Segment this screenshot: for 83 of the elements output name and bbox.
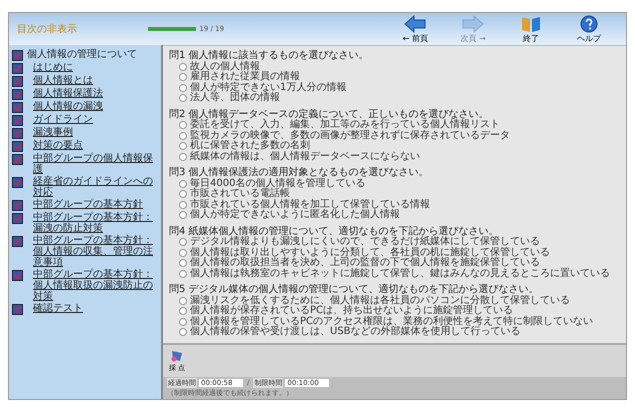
radio-button[interactable] <box>179 152 187 161</box>
answer-option[interactable]: 個人情報は取り出しやすいように分類して、各社員の机に施錠して保管している <box>190 248 550 258</box>
toc-title[interactable]: 個人情報の管理について <box>27 49 137 60</box>
toc-link[interactable]: 中部グループの個人情報保護 <box>33 153 158 175</box>
answer-option[interactable]: 毎日4000名の個人情報を管理している <box>190 178 366 189</box>
toc-link[interactable]: 個人情報保護法 <box>33 88 103 99</box>
answer-option[interactable]: 漏洩リスクを低くするために、個人情報は各社員のパソコンに分散して保管している <box>190 296 570 306</box>
answer-option[interactable]: 故人の個人情報 <box>190 62 260 72</box>
radio-button[interactable] <box>179 248 187 257</box>
radio-button[interactable] <box>179 94 187 102</box>
answer-option[interactable]: 個人が特定できない1万人分の情報 <box>190 82 346 93</box>
question-text: 問2 個人情報データベースの定義について、正しいものを選びなさい。 <box>169 110 490 120</box>
radio-button[interactable] <box>179 318 187 326</box>
question-text: 問1 個人情報に該当するものを選びなさい。 <box>169 51 370 61</box>
answer-option[interactable]: デジタル情報よりも漏洩しにくいので、できるだけ紙媒体にして保管している <box>190 237 540 248</box>
answer-option[interactable]: 個人情報の保管や受け渡しは、USBなどの外部媒体を使用して行っている <box>190 327 521 338</box>
toc-link[interactable]: 経産省のガイドラインへの対応 <box>33 176 158 198</box>
radio-button[interactable] <box>179 259 187 268</box>
book-icon <box>521 14 542 32</box>
radio-button[interactable] <box>179 142 187 150</box>
stamp-icon <box>170 348 184 363</box>
radio-button[interactable] <box>179 296 187 305</box>
checkbox[interactable] <box>12 63 23 74</box>
checkbox[interactable] <box>12 304 23 315</box>
toc-link[interactable]: はじめに <box>33 62 73 73</box>
toc-link[interactable]: 漏洩事例 <box>33 127 73 138</box>
answer-option[interactable]: 個人情報の取扱担当者を決め、上司の監督の下で個人情報を施錠保管している <box>190 258 540 268</box>
answer-option[interactable]: 雇用された従業員の情報 <box>190 72 300 82</box>
answer-option[interactable]: 机に保管された多数の名刺 <box>190 141 310 152</box>
radio-button[interactable] <box>179 62 187 71</box>
answer-option[interactable]: 市販されている電話帳 <box>190 189 290 200</box>
question-text: 問4 紙媒体個人情報の管理について、適切なものを下記から選びなさい。 <box>169 226 499 236</box>
answer-option[interactable]: 市販されている個人情報を加工して保管している情報 <box>190 200 430 210</box>
help-icon <box>580 14 598 32</box>
radio-button[interactable] <box>179 328 187 336</box>
checkbox[interactable] <box>12 115 23 126</box>
radio-button[interactable] <box>179 132 187 140</box>
checkbox[interactable] <box>12 236 23 247</box>
toc-link[interactable]: 中部グループの基本方針：個人情報取扱の漏洩防止の対策 <box>33 269 158 302</box>
toc-link[interactable]: 中部グループの基本方針 <box>33 199 143 210</box>
checkbox[interactable] <box>12 76 23 87</box>
toc-link[interactable]: ガイドライン <box>33 114 93 125</box>
toc-link[interactable]: 個人情報とは <box>33 75 93 86</box>
right-arrow-icon <box>462 14 484 32</box>
nav-button[interactable]: 終了 <box>502 14 560 44</box>
toc-link[interactable]: 個人情報の漏洩 <box>33 101 103 112</box>
toc-link[interactable]: 中部グループの基本方針：個人情報の収集、管理の注意事項 <box>33 235 158 268</box>
checkbox[interactable] <box>12 141 23 152</box>
answer-option[interactable]: 委託を受けて、入力、編集、加工等のみを行っている個人情報リスト <box>190 120 500 130</box>
toc-link[interactable]: 中部グループの基本方針：漏洩の防止対策 <box>33 212 158 234</box>
radio-button[interactable] <box>179 211 187 220</box>
question-text: 問3 個人情報保護法の適用対象となるものを選びなさい。 <box>169 168 430 178</box>
radio-button[interactable] <box>179 73 187 82</box>
radio-button[interactable] <box>179 270 187 278</box>
answer-option[interactable]: 個人情報が保存されているPCは、持ち出せないように施錠管理している <box>190 306 514 316</box>
checkbox[interactable] <box>12 50 23 61</box>
answer-option[interactable]: 監視カメラの映像で、多数の画像が整理されずに保存されているデータ <box>190 130 510 141</box>
checkbox[interactable] <box>12 200 23 211</box>
answer-option[interactable]: 個人情報を管理しているPCのアクセス権限は、業務の利便性を考えて特に制限していない <box>190 316 594 327</box>
question-text: 問5 デジタル媒体の個人情報の管理について、適切なものを下記から選びなさい。 <box>169 285 540 295</box>
radio-button[interactable] <box>179 180 187 188</box>
toc-link[interactable]: 確認テスト <box>33 303 83 314</box>
checkbox[interactable] <box>12 270 23 281</box>
left-arrow-icon <box>404 14 426 32</box>
radio-button[interactable] <box>179 190 187 198</box>
toc-link[interactable]: 対策の要点 <box>33 140 83 151</box>
answer-option[interactable]: 個人情報は執務室のキャビネットに施錠して保管し、鍵はみんなの見えるところに置いている <box>190 268 610 279</box>
checkbox[interactable] <box>12 102 23 113</box>
checkbox[interactable] <box>12 89 23 100</box>
nav-button[interactable]: ヘルプ <box>560 14 618 44</box>
radio-button[interactable] <box>179 200 187 209</box>
answer-option[interactable]: 紙媒体の情報は、個人情報データベースにならない <box>190 152 420 162</box>
checkbox[interactable] <box>12 128 23 139</box>
radio-button[interactable] <box>179 238 187 246</box>
checkbox[interactable] <box>12 177 23 188</box>
nav-button[interactable]: ← 前頁 <box>386 14 444 44</box>
radio-button[interactable] <box>179 84 187 92</box>
answer-option[interactable]: 法人等、団体の情報 <box>190 93 280 104</box>
checkbox[interactable] <box>12 154 23 165</box>
radio-button[interactable] <box>179 307 187 316</box>
radio-button[interactable] <box>179 121 187 130</box>
answer-option[interactable]: 個人が特定できないように匿名化した個人情報 <box>190 210 400 220</box>
checkbox[interactable] <box>12 213 23 224</box>
